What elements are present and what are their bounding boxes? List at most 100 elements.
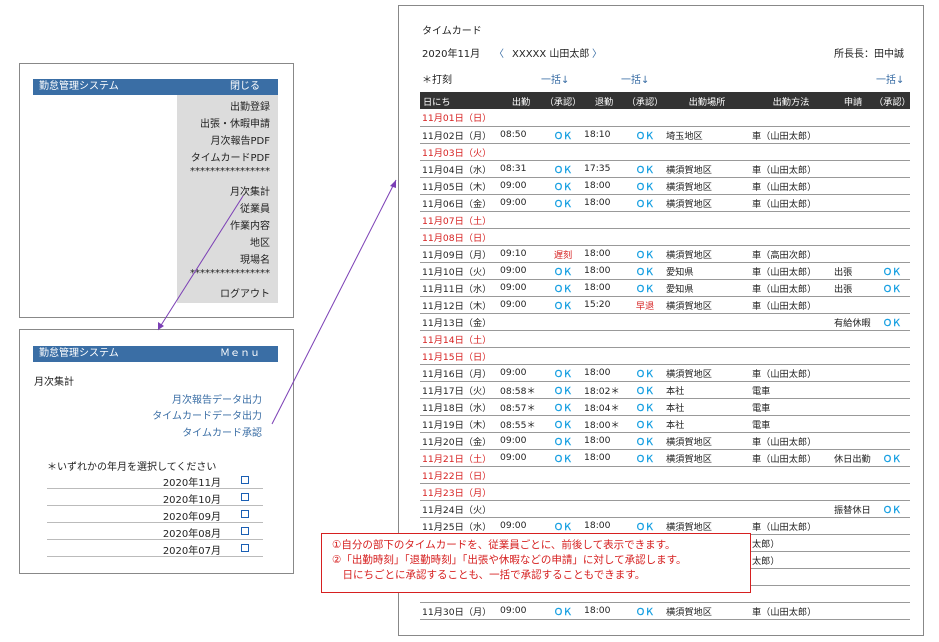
place-cell: 横須賀地区: [664, 364, 750, 382]
menu-item-attendance-entry[interactable]: 出勤登録: [230, 98, 270, 113]
out-approval-cell[interactable]: ＯＫ: [626, 279, 664, 297]
menu-item-employees[interactable]: 従業員: [240, 200, 270, 215]
place-cell: 横須賀地区: [664, 194, 750, 212]
menu-item-timecard-pdf[interactable]: タイムカードPDF: [191, 149, 270, 164]
in-time-cell: [498, 483, 544, 501]
request-approval-cell[interactable]: ＯＫ: [874, 262, 910, 280]
in-approval-cell[interactable]: ＯＫ: [544, 177, 582, 195]
table-row: 11月10日（火） 09:00 ＯＫ 18:00 ＯＫ 愛知県 車（山田太郎） 出張 ＯＫ: [420, 262, 910, 280]
out-approval-cell[interactable]: ＯＫ: [626, 415, 664, 433]
menu-item-monthly-summary[interactable]: 月次集計: [230, 183, 270, 198]
in-approval-cell[interactable]: ＯＫ: [544, 415, 582, 433]
in-approval-cell[interactable]: ＯＫ: [544, 381, 582, 399]
method-cell: [750, 585, 832, 603]
in-approval-cell[interactable]: ＯＫ: [544, 364, 582, 382]
explanation-note: ①自分の部下のタイムカードを、従業員ごとに、前後して表示できます。 ②「出勤時刻…: [321, 533, 751, 593]
method-cell: 車（山田太郎）: [750, 602, 832, 620]
request-approval-cell[interactable]: ＯＫ: [874, 279, 910, 297]
out-approval-cell[interactable]: ＯＫ: [626, 517, 664, 535]
in-approval-cell[interactable]: ＯＫ: [544, 279, 582, 297]
next-employee-button[interactable]: 〉: [592, 45, 602, 60]
method-cell: [750, 109, 832, 127]
method-cell: 太郎）: [750, 534, 832, 552]
in-time-cell: 09:00: [498, 296, 544, 314]
out-approval-cell[interactable]: ＯＫ: [626, 432, 664, 450]
in-approval-cell[interactable]: ＯＫ: [544, 160, 582, 178]
place-cell: [664, 466, 750, 484]
bulk-approve-in-button[interactable]: 一括↓: [541, 71, 569, 86]
request-cell: [832, 517, 874, 535]
in-approval-cell[interactable]: ＯＫ: [544, 398, 582, 416]
out-approval-cell[interactable]: ＯＫ: [626, 177, 664, 195]
out-approval-cell[interactable]: 早退: [626, 296, 664, 314]
link-monthly-report-export[interactable]: 月次報告データ出力: [172, 391, 262, 406]
date-cell: 11月20日（金）: [420, 432, 498, 450]
place-cell: 本社: [664, 381, 750, 399]
in-approval-cell[interactable]: ＯＫ: [544, 449, 582, 467]
request-approval-cell: [874, 347, 910, 365]
month-label: 2020年11月: [162, 478, 221, 489]
place-cell: 愛知県: [664, 262, 750, 280]
link-timecard-approval[interactable]: タイムカード承認: [182, 424, 262, 439]
month-select-prompt: ＊いずれかの年月を選択してください: [47, 462, 217, 473]
menu-item-work-content[interactable]: 作業内容: [230, 217, 270, 232]
in-approval-cell[interactable]: ＯＫ: [544, 194, 582, 212]
out-approval-cell[interactable]: ＯＫ: [626, 160, 664, 178]
out-approval-cell[interactable]: ＯＫ: [626, 449, 664, 467]
menu-button[interactable]: Ｍｅｎｕ: [220, 346, 260, 362]
out-approval-cell[interactable]: ＯＫ: [626, 364, 664, 382]
out-approval-cell[interactable]: ＯＫ: [626, 245, 664, 263]
place-cell: [664, 500, 750, 518]
request-approval-cell: [874, 211, 910, 229]
in-time-cell: 09:00: [498, 262, 544, 280]
month-checkbox[interactable]: [241, 510, 249, 518]
place-cell: [664, 143, 750, 161]
menu-item-monthly-report-pdf[interactable]: 月次報告PDF: [211, 132, 270, 147]
request-approval-cell[interactable]: ＯＫ: [874, 313, 910, 331]
in-time-cell: [498, 347, 544, 365]
out-approval-cell[interactable]: ＯＫ: [626, 194, 664, 212]
in-time-cell: 09:00: [498, 279, 544, 297]
close-button[interactable]: 閉じる: [230, 79, 260, 95]
request-cell: 振替休日: [832, 500, 874, 518]
out-approval-cell[interactable]: ＯＫ: [626, 381, 664, 399]
menu-item-site-name[interactable]: 現場名: [240, 251, 270, 266]
place-cell: 横須賀地区: [664, 296, 750, 314]
month-checkbox[interactable]: [241, 493, 249, 501]
out-approval-cell: [626, 347, 664, 365]
place-cell: [664, 109, 750, 127]
out-approval-cell[interactable]: ＯＫ: [626, 398, 664, 416]
out-time-cell: 18:00: [582, 517, 626, 535]
date-cell: 11月16日（月）: [420, 364, 498, 382]
out-approval-cell[interactable]: ＯＫ: [626, 262, 664, 280]
request-cell: [832, 585, 874, 603]
in-approval-cell[interactable]: ＯＫ: [544, 262, 582, 280]
month-checkbox[interactable]: [241, 476, 249, 484]
out-approval-cell: [626, 500, 664, 518]
out-approval-cell[interactable]: ＯＫ: [626, 602, 664, 620]
col-place: 出勤場所: [664, 92, 750, 109]
out-approval-cell[interactable]: ＯＫ: [626, 126, 664, 144]
request-approval-cell[interactable]: ＯＫ: [874, 449, 910, 467]
place-cell: [664, 228, 750, 246]
menu-item-logout[interactable]: ログアウト: [220, 285, 270, 300]
table-row: 11月21日（土） 09:00 ＯＫ 18:00 ＯＫ 横須賀地区 車（山田太郎） 休日出勤 Ｏ…: [420, 449, 910, 467]
bulk-approve-request-button[interactable]: 一括↓: [876, 71, 904, 86]
month-checkbox[interactable]: [241, 544, 249, 552]
month-checkbox[interactable]: [241, 527, 249, 535]
link-timecard-export[interactable]: タイムカードデータ出力: [152, 407, 262, 422]
method-cell: [750, 211, 832, 229]
bulk-approve-out-button[interactable]: 一括↓: [621, 71, 649, 86]
menu-item-area[interactable]: 地区: [250, 234, 270, 249]
menu-item-trip-leave-request[interactable]: 出張・休暇申請: [200, 115, 270, 130]
in-approval-cell[interactable]: 遅刻: [544, 245, 582, 263]
in-approval-cell[interactable]: ＯＫ: [544, 517, 582, 535]
in-approval-cell[interactable]: ＯＫ: [544, 602, 582, 620]
out-approval-cell: [626, 466, 664, 484]
request-cell: [832, 381, 874, 399]
prev-employee-button[interactable]: 〈: [494, 45, 504, 60]
in-approval-cell[interactable]: ＯＫ: [544, 432, 582, 450]
in-approval-cell[interactable]: ＯＫ: [544, 126, 582, 144]
request-approval-cell[interactable]: ＯＫ: [874, 500, 910, 518]
in-approval-cell[interactable]: ＯＫ: [544, 296, 582, 314]
